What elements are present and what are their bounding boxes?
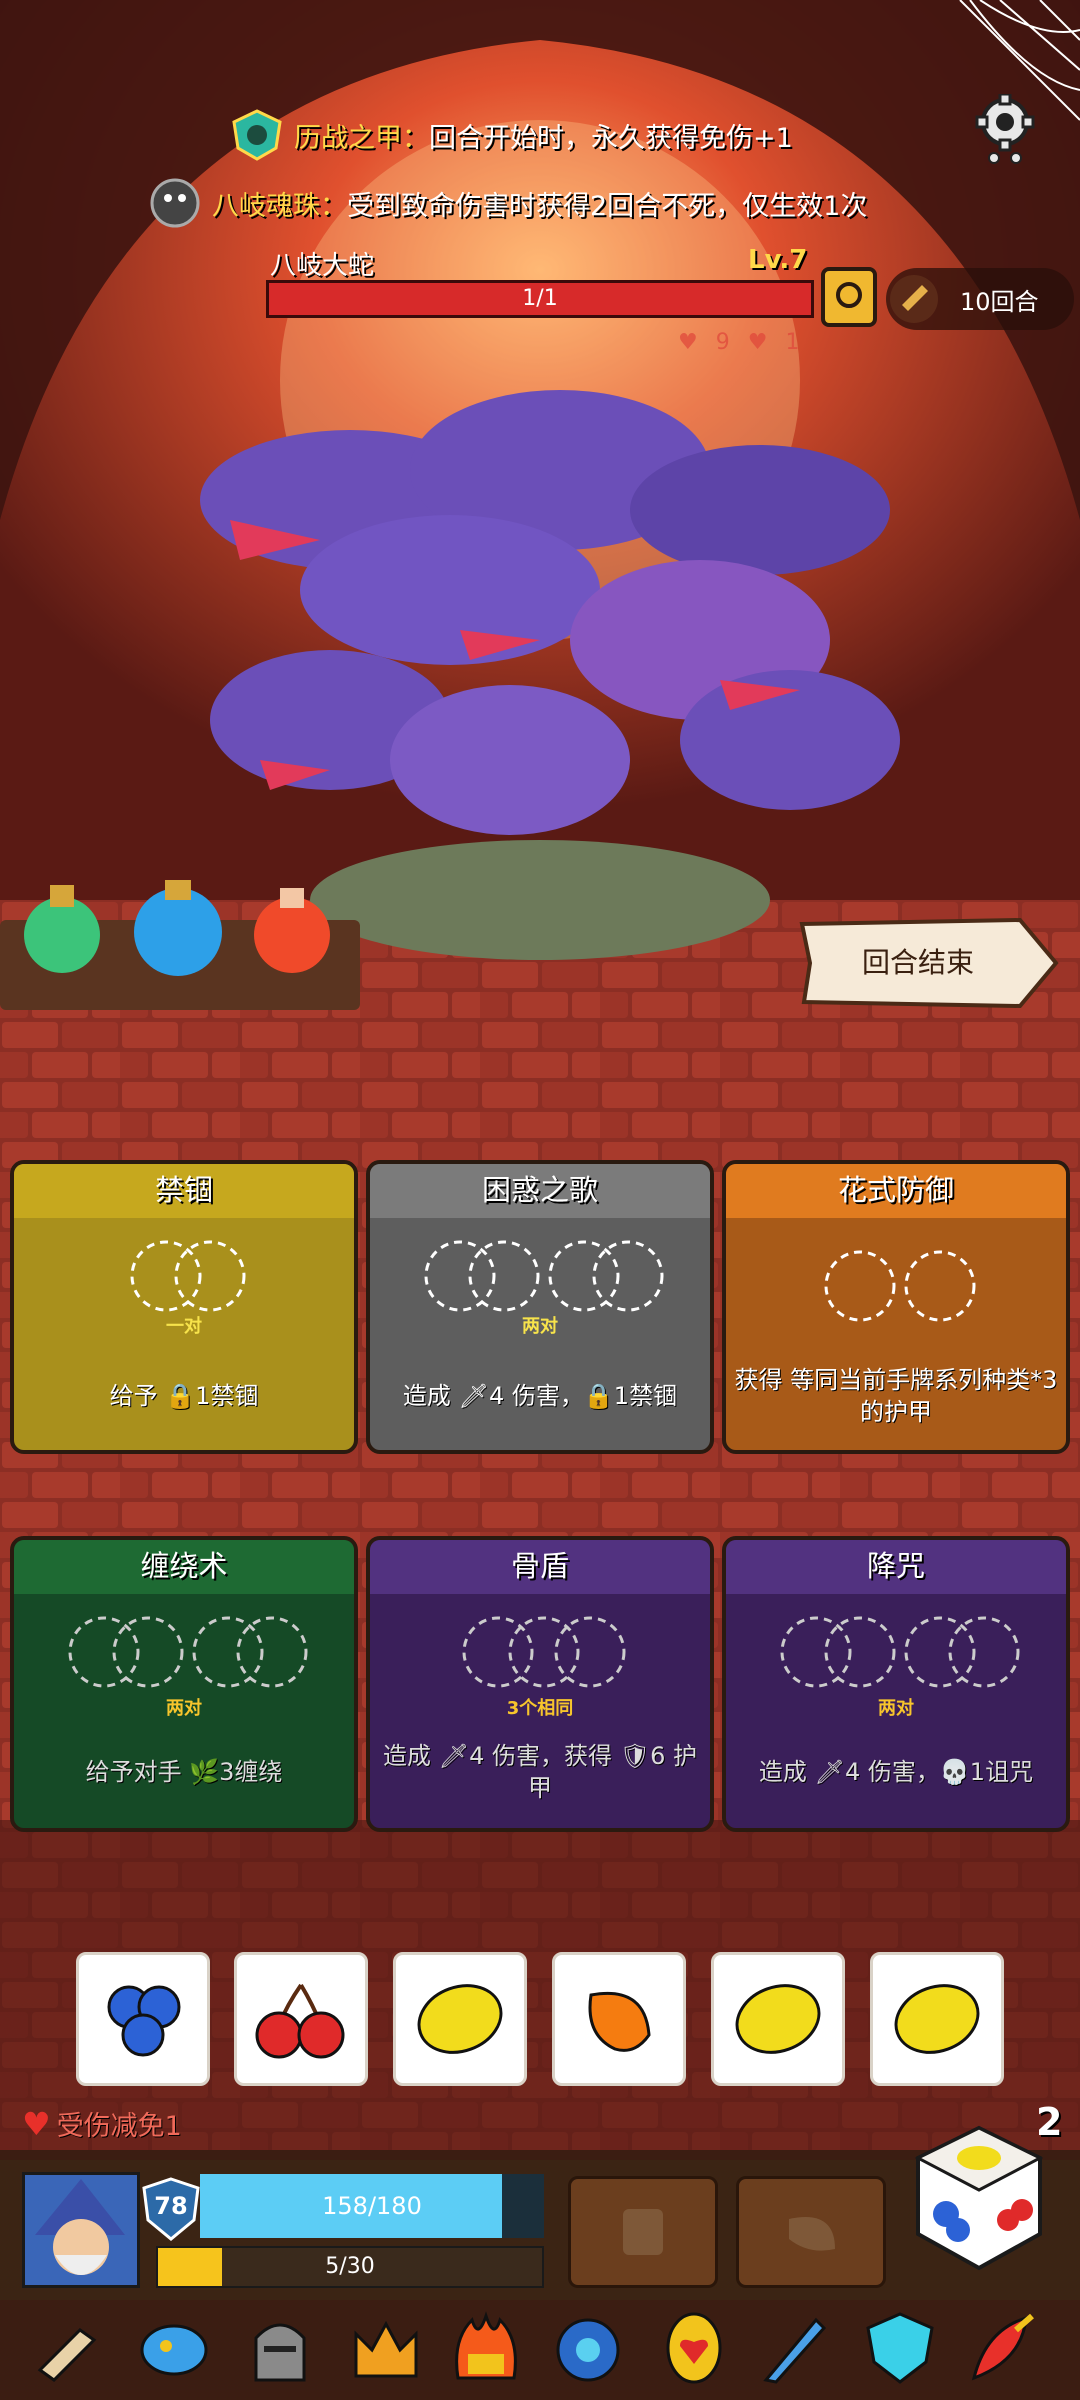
boss-level: Lv.7: [748, 245, 808, 275]
card-description: 造成 🗡4 伤害，获得 🛡6 护甲: [383, 1742, 697, 1802]
buff-name: 历战之甲：: [294, 122, 429, 154]
boss-hp-bar: 1/1: [266, 280, 814, 318]
player-hp-bar: 158/180: [200, 2174, 544, 2238]
card-requirement: 两对: [878, 1698, 914, 1719]
dice-slot-triple: [462, 1616, 626, 1688]
card-requirement: 两对: [522, 1316, 558, 1337]
buff-name: 八岐魂珠：: [212, 190, 347, 222]
reroll-die-button[interactable]: [912, 2124, 1046, 2272]
turn-scroll-icon: [890, 275, 938, 323]
card-jingu[interactable]: 禁锢 一对 给予 🔒1禁锢: [10, 1160, 358, 1454]
dice-slot-pair: [130, 1240, 246, 1312]
armor-badge-icon: [232, 109, 282, 161]
horn-icon[interactable]: [30, 2310, 106, 2386]
buff-row-orb[interactable]: 八岐魂珠：受到致命伤害时获得2回合不死，仅生效1次: [148, 176, 1080, 230]
player-energy-bar: 5/30: [156, 2246, 544, 2288]
lemon-icon: [417, 1984, 503, 2054]
heart-icon: ♥: [678, 330, 698, 355]
settings-gear-icon[interactable]: [974, 94, 1036, 166]
blue-cookie-icon[interactable]: [136, 2310, 212, 2386]
card-confusion-song[interactable]: 困惑之歌 两对 造成 🗡4 伤害，🔒1禁锢: [366, 1160, 714, 1454]
buff-desc: 受到致命伤害时获得2回合不死，仅生效1次: [347, 190, 868, 222]
heart-gem-icon[interactable]: [656, 2310, 732, 2386]
hand-die[interactable]: [552, 1952, 686, 2086]
boss-hp-text: 1/1: [522, 286, 558, 311]
boss-stat-other: 1: [785, 330, 800, 355]
heart-shield-icon: ♥: [22, 2104, 51, 2143]
buff-desc: 回合开始时，永久获得免伤+1: [429, 122, 793, 154]
damage-reduction-text: 受伤减免1: [56, 2111, 182, 2142]
card-title: 花式防御: [726, 1164, 1066, 1218]
dice-slot-two-pairs: [68, 1616, 308, 1688]
card-description: 造成 🗡4 伤害，🔒1禁锢: [402, 1382, 678, 1410]
serpent-orb-icon: [150, 178, 200, 228]
orange-icon: [588, 1991, 651, 2052]
player-energy-text: 5/30: [325, 2254, 375, 2279]
wizard-portrait: [35, 2179, 125, 2275]
card-bone-shield[interactable]: 骨盾 3个相同 造成 🗡4 伤害，获得 🛡6 护甲: [366, 1536, 714, 1832]
damage-reduction-status: ♥ 受伤减免1: [22, 2104, 182, 2143]
turn-count: 10回合: [960, 287, 1039, 316]
boss-name: 八岐大蛇: [270, 251, 375, 281]
hand-die[interactable]: [711, 1952, 845, 2086]
card-description: 造成 🗡4 伤害，💀1诅咒: [758, 1758, 1034, 1786]
card-fancy-defense[interactable]: 花式防御 获得 等同当前手牌系列种类*3的护甲: [722, 1160, 1070, 1454]
player-avatar[interactable]: [22, 2172, 140, 2288]
flaming-crown-icon[interactable]: [448, 2310, 524, 2386]
card-curse[interactable]: 降咒 两对 造成 🗡4 伤害，💀1诅咒: [722, 1536, 1070, 1832]
boss-stat-heart: 9: [715, 330, 730, 355]
card-title: 降咒: [726, 1540, 1066, 1594]
fire-dagger-icon[interactable]: [966, 2310, 1042, 2386]
hand-die[interactable]: [234, 1952, 368, 2086]
blue-dragon-icon[interactable]: [550, 2310, 626, 2386]
hand-die[interactable]: [76, 1952, 210, 2086]
buff-row-armor[interactable]: 历战之甲：回合开始时，永久获得免伤+1: [230, 108, 1080, 162]
skill-slot-1[interactable]: [568, 2176, 718, 2288]
card-title: 骨盾: [370, 1540, 710, 1594]
locked-horn-icon: [789, 2217, 835, 2251]
golden-crown-icon[interactable]: [348, 2310, 424, 2386]
card-requirement: 两对: [166, 1698, 202, 1719]
ice-sword-icon[interactable]: [756, 2310, 832, 2386]
dice-slot-series: [824, 1250, 976, 1322]
player-hp-text: 158/180: [322, 2192, 422, 2220]
armor-value: 78: [154, 2192, 188, 2220]
skill-slot-2[interactable]: [736, 2176, 886, 2288]
hand-die[interactable]: [393, 1952, 527, 2086]
card-requirement: 一对: [166, 1316, 202, 1337]
turn-counter: 10回合: [886, 268, 1074, 330]
card-title: 禁锢: [14, 1164, 354, 1218]
codex-book-icon[interactable]: [820, 266, 878, 328]
end-turn-label: 回合结束: [861, 946, 974, 979]
dice-slot-two-pairs: [424, 1240, 664, 1312]
end-turn-button[interactable]: 回合结束: [798, 916, 1060, 1010]
card-requirement: 3个相同: [506, 1698, 574, 1719]
card-title: 缠绕术: [14, 1540, 354, 1594]
blueberry-icon: [107, 1985, 181, 2057]
hand-die[interactable]: [870, 1952, 1004, 2086]
lemon-icon: [894, 1984, 980, 2054]
broken-heart-icon: ♥: [747, 330, 768, 355]
dice-slot-two-pairs: [780, 1616, 1020, 1688]
card-title: 困惑之歌: [370, 1164, 710, 1218]
lemon-icon: [735, 1984, 821, 2054]
card-description: 获得 等同当前手牌系列种类*3的护甲: [734, 1366, 1058, 1426]
boss-stats: ♥ 9 ♥ 1: [678, 330, 799, 355]
crystal-shield-icon[interactable]: [862, 2310, 938, 2386]
card-description: 给予 🔒1禁锢: [109, 1382, 259, 1410]
card-description: 给予对手 🌿3缠绕: [85, 1758, 283, 1786]
knight-helmet-icon[interactable]: [242, 2310, 318, 2386]
locked-robot-icon: [623, 2209, 663, 2255]
cherry-icon: [255, 1983, 345, 2059]
card-entangle[interactable]: 缠绕术 两对 给予对手 🌿3缠绕: [10, 1536, 358, 1832]
